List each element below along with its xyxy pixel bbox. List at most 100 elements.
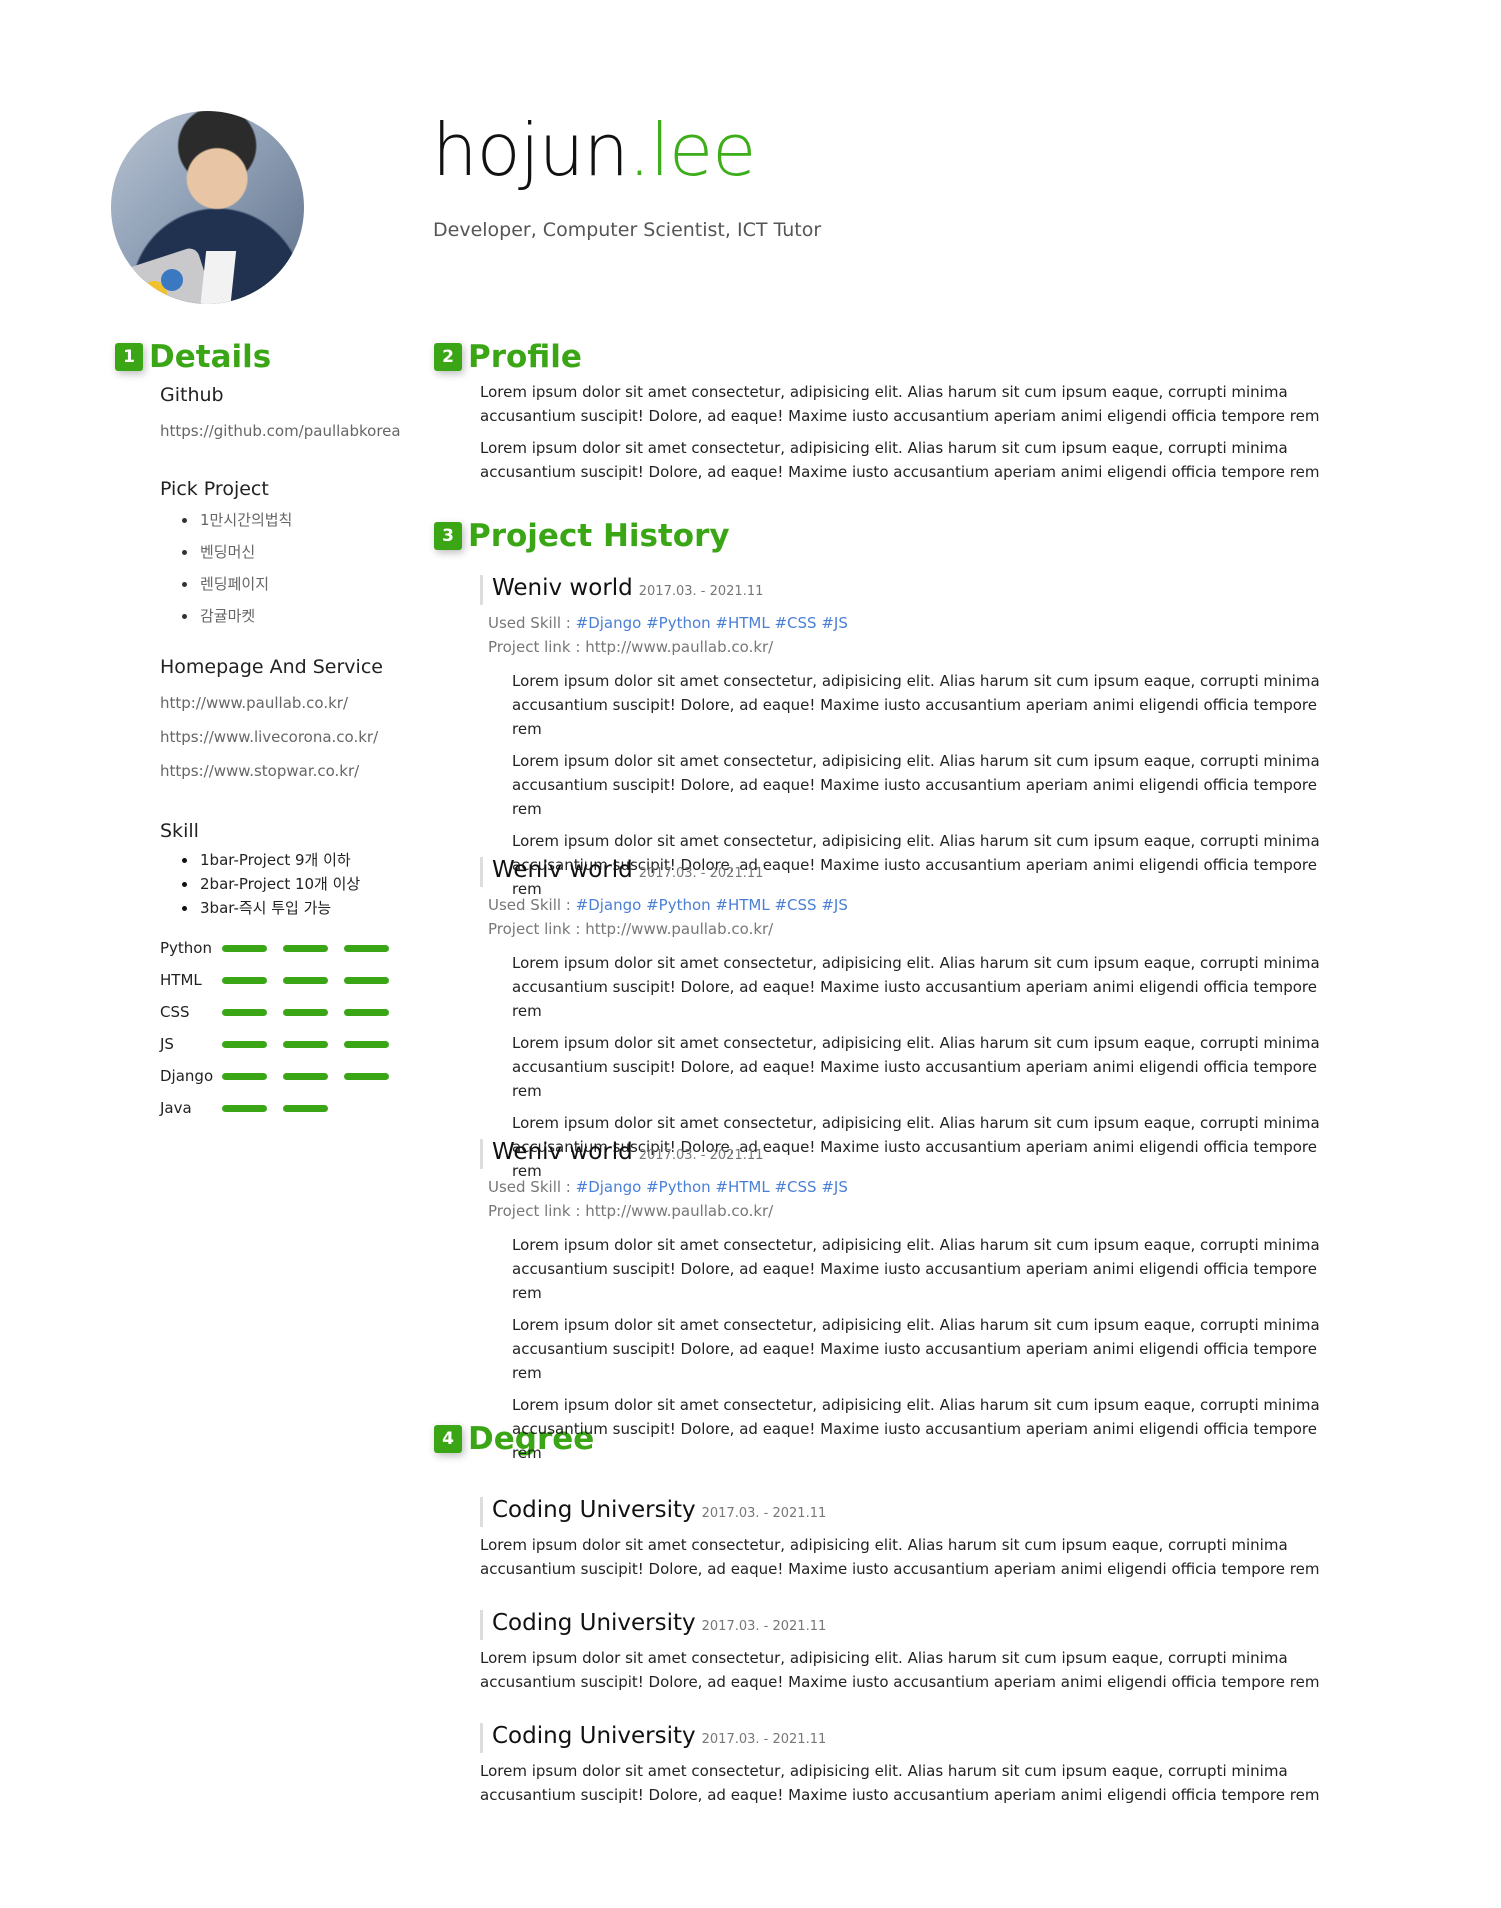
degree-title: Coding University (492, 1610, 696, 1636)
project-paragraph: Lorem ipsum dolor sit amet consectetur, … (512, 672, 1320, 738)
profile-paragraph: Lorem ipsum dolor sit amet consectetur, … (480, 439, 1320, 481)
project-title: Weniv world (492, 575, 633, 601)
homepage-link[interactable]: https://www.livecorona.co.kr/ (160, 728, 400, 746)
page-title: hojun.lee (432, 108, 756, 192)
skill-level-bar (222, 944, 267, 952)
homepage-link[interactable]: http://www.paullab.co.kr/ (160, 694, 400, 712)
section-history-heading: 3 Project History (434, 518, 730, 554)
project-link-row: Project link : http://www.paullab.co.kr/ (488, 1202, 774, 1220)
skill-level-bars (222, 1008, 389, 1016)
skill-legend-item: 3bar-즉시 투입 가능 (160, 896, 400, 920)
project-link[interactable]: http://www.paullab.co.kr/ (585, 1202, 773, 1220)
project-paragraph: Lorem ipsum dolor sit amet consectetur, … (512, 1396, 1320, 1462)
skill-row: Java (160, 1092, 400, 1124)
project-paragraph: Lorem ipsum dolor sit amet consectetur, … (512, 1236, 1320, 1302)
degree-title: Coding University (492, 1723, 696, 1749)
skill-level-bar (283, 976, 328, 984)
skill-row: JS (160, 1028, 400, 1060)
skill-list: Python HTML CSS JS Django Java (160, 932, 400, 1124)
section-title: Profile (468, 339, 582, 375)
skill-tags[interactable]: #Django #Python #HTML #CSS #JS (576, 1178, 848, 1196)
avatar (111, 111, 304, 304)
project-paragraph: Lorem ipsum dolor sit amet consectetur, … (512, 1316, 1320, 1382)
skill-level-bar (283, 944, 328, 952)
pick-project-item: 벤딩머신 (160, 536, 400, 568)
skill-level-bar (222, 1040, 267, 1048)
skill-level-bars (222, 1040, 389, 1048)
section-title: Details (149, 339, 272, 375)
project-date: 2017.03. - 2021.11 (638, 584, 764, 599)
skill-level-bar (283, 1008, 328, 1016)
degree-entry: Coding University 2017.03. - 2021.11 Lore… (480, 1610, 1340, 1694)
pick-project-label: Pick Project (160, 478, 269, 500)
skill-level-bar (344, 1105, 389, 1112)
project-link-row: Project link : http://www.paullab.co.kr/ (488, 920, 774, 938)
section-number-badge: 4 (434, 1425, 462, 1453)
skill-level-bar (222, 1104, 267, 1112)
degree-entry: Coding University 2017.03. - 2021.11 Lore… (480, 1723, 1340, 1807)
skill-name: JS (160, 1035, 174, 1053)
homepage-label: Homepage And Service (160, 656, 383, 678)
skill-level-bars (222, 1104, 389, 1112)
project-entry: Weniv world 2017.03. - 2021.11 Used Skill… (480, 1139, 1340, 1473)
section-number-badge: 2 (434, 343, 462, 371)
skill-level-bar (283, 1072, 328, 1080)
section-number-badge: 3 (434, 522, 462, 550)
degree-paragraph: Lorem ipsum dolor sit amet consectetur, … (480, 1762, 1320, 1804)
homepage-link[interactable]: https://www.stopwar.co.kr/ (160, 762, 400, 780)
skill-level-bar (283, 1040, 328, 1048)
degree-date: 2017.03. - 2021.11 (701, 1506, 827, 1521)
details-column: Github https://github.com/paullabkorea P… (160, 384, 401, 1124)
degree-date: 2017.03. - 2021.11 (701, 1619, 827, 1634)
skill-name: Django (160, 1067, 214, 1085)
project-paragraph: Lorem ipsum dolor sit amet consectetur, … (512, 1034, 1320, 1100)
degree-paragraph: Lorem ipsum dolor sit amet consectetur, … (480, 1649, 1320, 1691)
project-skills: Used Skill : #Django #Python #HTML #CSS … (488, 614, 848, 632)
degree-paragraph: Lorem ipsum dolor sit amet consectetur, … (480, 1536, 1320, 1578)
skill-label: Skill (160, 820, 199, 842)
skill-legend-item: 1bar-Project 9개 이하 (160, 848, 400, 872)
project-link-row: Project link : http://www.paullab.co.kr/ (488, 638, 774, 656)
skill-level-bar (344, 944, 389, 952)
skill-level-bar (222, 1008, 267, 1016)
skill-name: CSS (160, 1003, 190, 1021)
github-link[interactable]: https://github.com/paullabkorea (160, 422, 401, 440)
skill-row: Django (160, 1060, 400, 1092)
subtitle: Developer, Computer Scientist, ICT Tutor (433, 219, 822, 241)
project-paragraph: Lorem ipsum dolor sit amet consectetur, … (512, 954, 1320, 1020)
project-title: Weniv world (492, 1139, 633, 1165)
skill-level-bar (344, 1040, 389, 1048)
skill-level-bars (222, 1072, 389, 1080)
pick-project-item: 1만시간의법칙 (160, 504, 400, 536)
skill-level-bar (283, 1104, 328, 1112)
skill-legend-item: 2bar-Project 10개 이상 (160, 872, 400, 896)
degree-entry: Coding University 2017.03. - 2021.11 Lore… (480, 1497, 1340, 1581)
project-paragraph: Lorem ipsum dolor sit amet consectetur, … (512, 752, 1320, 818)
project-link[interactable]: http://www.paullab.co.kr/ (585, 638, 773, 656)
pick-project-item: 렌딩페이지 (160, 568, 400, 600)
profile-paragraph: Lorem ipsum dolor sit amet consectetur, … (480, 383, 1320, 425)
section-title: Project History (468, 518, 730, 554)
skill-level-bar (344, 976, 389, 984)
github-label: Github (160, 384, 224, 406)
section-details-heading: 1 Details (115, 339, 271, 375)
skill-level-bars (222, 944, 389, 952)
skill-level-bars (222, 976, 389, 984)
skill-level-bar (222, 1072, 267, 1080)
degree-date: 2017.03. - 2021.11 (701, 1732, 827, 1747)
project-link[interactable]: http://www.paullab.co.kr/ (585, 920, 773, 938)
skill-row: Python (160, 932, 400, 964)
skill-tags[interactable]: #Django #Python #HTML #CSS #JS (576, 896, 848, 914)
skill-level-bar (344, 1008, 389, 1016)
skill-level-bar (222, 976, 267, 984)
skill-row: CSS (160, 996, 400, 1028)
skill-tags[interactable]: #Django #Python #HTML #CSS #JS (576, 614, 848, 632)
project-title: Weniv world (492, 857, 633, 883)
project-skills: Used Skill : #Django #Python #HTML #CSS … (488, 1178, 848, 1196)
skill-row: HTML (160, 964, 400, 996)
skill-name: Java (160, 1099, 192, 1117)
skill-name: Python (160, 939, 212, 957)
profile-section: Lorem ipsum dolor sit amet consectetur, … (480, 380, 1340, 484)
skill-level-bar (344, 1072, 389, 1080)
project-date: 2017.03. - 2021.11 (638, 1148, 764, 1163)
